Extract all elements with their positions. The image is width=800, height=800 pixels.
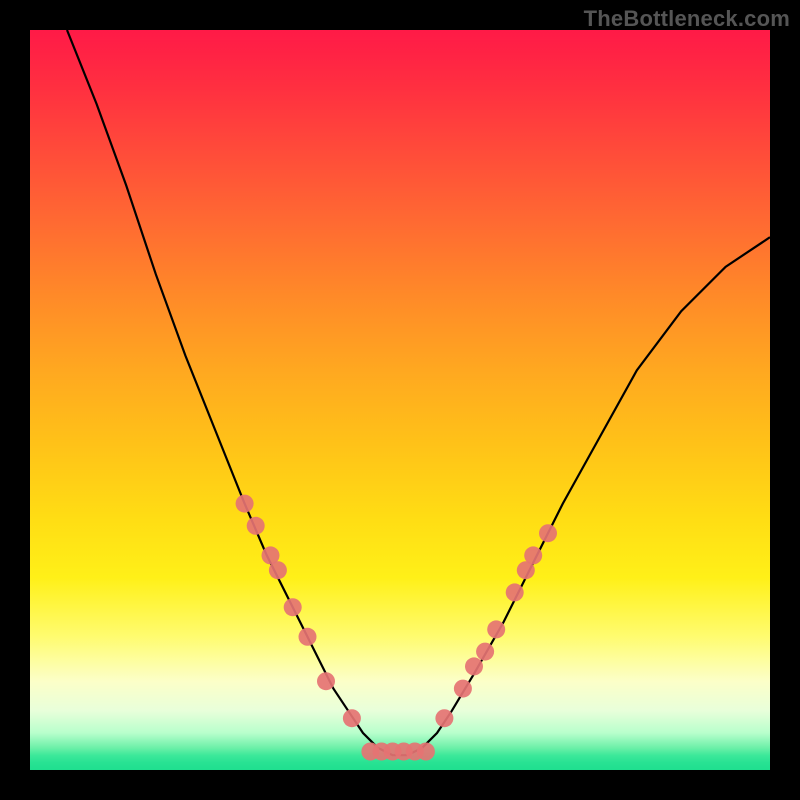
marker-dot (417, 743, 435, 761)
chart-frame: TheBottleneck.com (0, 0, 800, 800)
marker-dot (299, 628, 317, 646)
plot-area (30, 30, 770, 770)
marker-dot (247, 517, 265, 535)
marker-dot (343, 709, 361, 727)
bottleneck-curve-path (67, 30, 770, 755)
marker-layer (236, 495, 557, 761)
chart-svg (30, 30, 770, 770)
marker-dot (539, 524, 557, 542)
marker-dot (487, 620, 505, 638)
marker-dot (524, 546, 542, 564)
marker-dot (465, 657, 483, 675)
marker-dot (236, 495, 254, 513)
marker-dot (284, 598, 302, 616)
watermark-text: TheBottleneck.com (584, 6, 790, 32)
marker-dot (506, 583, 524, 601)
marker-dot (269, 561, 287, 579)
marker-dot (317, 672, 335, 690)
marker-dot (435, 709, 453, 727)
marker-dot (454, 680, 472, 698)
marker-dot (476, 643, 494, 661)
